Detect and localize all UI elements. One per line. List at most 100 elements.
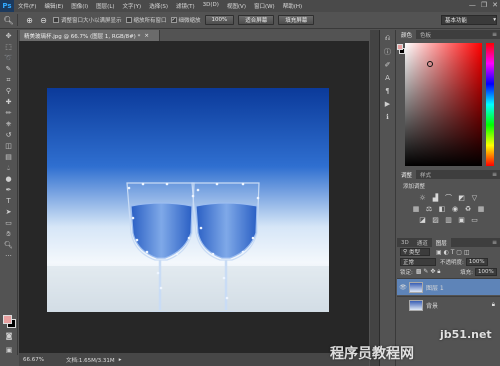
menu-item[interactable]: 文字(Y)	[119, 2, 146, 10]
menu-item[interactable]: 帮助(H)	[279, 2, 306, 10]
lock-icons[interactable]: ▩ ✎ ✥ 🔒︎	[416, 268, 441, 276]
filter-icons[interactable]: ▣ ◐ T ▢ ◫	[436, 249, 470, 256]
color-lookup-icon[interactable]: ▦	[478, 205, 485, 213]
brush-panel-icon[interactable]: ✐	[382, 60, 394, 69]
screen-mode-icon[interactable]: ▣	[2, 345, 16, 355]
resize-windows-checkbox[interactable]: 调整窗口大小以满屏显示	[53, 16, 122, 24]
channel-mixer-icon[interactable]: ♻	[465, 205, 472, 213]
zoom-in-icon[interactable]: ⊕	[24, 15, 35, 26]
crop-tool-icon[interactable]: ⌗	[2, 75, 16, 85]
tab-adjustments[interactable]: 调整	[397, 170, 417, 179]
brightness-icon[interactable]: ☼	[419, 194, 426, 202]
pen-tool-icon[interactable]: ✒	[2, 185, 16, 195]
levels-icon[interactable]: ▟	[432, 194, 439, 202]
menu-item[interactable]: 滤镜(T)	[172, 2, 199, 10]
posterize-icon[interactable]: ▨	[432, 216, 439, 224]
canvas-area[interactable]	[19, 41, 369, 353]
properties-panel-icon[interactable]: ⓘ	[382, 47, 394, 56]
tab-3d[interactable]: 3D	[397, 238, 413, 247]
document-tab[interactable]: 精美玻璃杯.jpg @ 66.7% (图层 1, RGB/8#) * ×	[20, 30, 160, 41]
selective-color-icon[interactable]: ▣	[458, 216, 465, 224]
brush-tool-icon[interactable]: ✏	[2, 108, 16, 118]
fill-screen-button[interactable]: 填充屏幕	[278, 15, 315, 25]
color-picker-field[interactable]	[405, 43, 482, 166]
eyedropper-tool-icon[interactable]: ⚲	[2, 86, 16, 96]
quick-select-tool-icon[interactable]: ✎	[2, 64, 16, 74]
tab-channels[interactable]: 通道	[413, 238, 432, 247]
close-button[interactable]: ✕	[492, 1, 498, 9]
photo-filter-icon[interactable]: ◉	[452, 205, 459, 213]
layer-kind-filter[interactable]: ⚲ 类型	[400, 248, 430, 256]
tab-layers[interactable]: 图层	[431, 238, 451, 247]
fill-input[interactable]: 100%	[475, 268, 497, 276]
path-selection-tool-icon[interactable]: ➤	[2, 207, 16, 217]
quick-mask-icon[interactable]: ◙	[2, 331, 16, 341]
shape-tool-icon[interactable]: ▭	[2, 218, 16, 228]
fit-screen-button[interactable]: 适合屏幕	[238, 15, 275, 25]
clone-stamp-tool-icon[interactable]: ⎈	[2, 119, 16, 129]
scrubby-zoom-checkbox[interactable]: ✓ 细微缩放	[170, 16, 201, 24]
zoom-all-windows-checkbox[interactable]: 缩放所有窗口	[125, 16, 167, 24]
foreground-color-swatch[interactable]	[3, 315, 12, 324]
menu-item[interactable]: 视图(V)	[223, 2, 250, 10]
info-panel-icon[interactable]: ℹ	[382, 112, 394, 121]
gradient-map-icon[interactable]: ▭	[471, 216, 478, 224]
workspace-select[interactable]: 基本功能 ▾	[441, 15, 497, 25]
panel-menu-icon[interactable]: ≡	[492, 239, 497, 246]
minimize-button[interactable]: —	[469, 1, 476, 9]
tab-color[interactable]: 颜色	[397, 30, 417, 39]
type-tool-icon[interactable]: T	[2, 196, 16, 206]
menu-item[interactable]: 图像(I)	[67, 2, 92, 10]
layer-row-background[interactable]: 背景 🔒︎	[397, 296, 500, 313]
tab-styles[interactable]: 样式	[416, 170, 435, 179]
marquee-tool-icon[interactable]: ⬚	[2, 42, 16, 52]
exposure-icon[interactable]: ◩	[458, 194, 465, 202]
hue-slider[interactable]	[486, 43, 494, 166]
vibrance-icon[interactable]: ▽	[471, 194, 478, 202]
lasso-tool-icon[interactable]: ➰	[2, 53, 16, 63]
tab-swatches[interactable]: 色板	[416, 30, 435, 39]
foreground-color-chip[interactable]	[397, 44, 403, 50]
history-brush-tool-icon[interactable]: ↺	[2, 130, 16, 140]
panel-menu-icon[interactable]: ≡	[492, 171, 497, 178]
move-tool-icon[interactable]: ✥	[2, 31, 16, 41]
eye-icon[interactable]: 👁︎	[397, 284, 409, 291]
chevron-right-icon[interactable]: ▸	[119, 357, 122, 363]
menu-item[interactable]: 文件(F)	[14, 2, 40, 10]
hue-saturation-icon[interactable]: ▦	[413, 205, 420, 213]
menu-item[interactable]: 窗口(W)	[250, 2, 279, 10]
healing-brush-tool-icon[interactable]: ✚	[2, 97, 16, 107]
character-panel-icon[interactable]: A	[382, 73, 394, 82]
color-balance-icon[interactable]: ⚖	[426, 205, 433, 213]
eraser-tool-icon[interactable]: ◫	[2, 141, 16, 151]
actions-panel-icon[interactable]: ▶	[382, 99, 394, 108]
close-tab-icon[interactable]: ×	[144, 33, 149, 39]
history-panel-icon[interactable]: ⎌	[382, 34, 394, 43]
actual-pixels-button[interactable]: 100%	[204, 15, 235, 25]
color-picker-cursor[interactable]	[427, 61, 433, 67]
menu-item[interactable]: 3D(D)	[199, 2, 223, 10]
menu-item[interactable]: 选择(S)	[145, 2, 172, 10]
gradient-tool-icon[interactable]: ▤	[2, 152, 16, 162]
zoom-tool-icon[interactable]: 🔍︎	[2, 240, 16, 250]
black-white-icon[interactable]: ◧	[439, 205, 446, 213]
panel-menu-icon[interactable]: ≡	[492, 31, 497, 38]
blur-tool-icon[interactable]: 💧︎	[2, 163, 16, 173]
more-tools-icon[interactable]: ···	[2, 251, 16, 261]
threshold-icon[interactable]: ▥	[445, 216, 452, 224]
curves-icon[interactable]: ⌒	[445, 194, 452, 202]
opacity-input[interactable]: 100%	[465, 258, 488, 266]
panel-dock-collapse[interactable]	[370, 30, 380, 366]
paragraph-panel-icon[interactable]: ¶	[382, 86, 394, 95]
invert-icon[interactable]: ◪	[419, 216, 426, 224]
restore-button[interactable]: ❐	[481, 1, 487, 9]
hand-tool-icon[interactable]: ✋︎	[2, 229, 16, 239]
zoom-tool-icon[interactable]: 🔍︎	[3, 15, 14, 26]
blend-mode-select[interactable]: 正常	[400, 258, 436, 266]
dodge-tool-icon[interactable]: ●	[2, 174, 16, 184]
layer-row-layer1[interactable]: 👁︎ 图层 1	[397, 278, 500, 295]
menu-item[interactable]: 编辑(E)	[40, 2, 67, 10]
menu-item[interactable]: 图层(L)	[92, 2, 118, 10]
zoom-out-icon[interactable]: ⊖	[38, 15, 49, 26]
zoom-level[interactable]: 66.67%	[23, 357, 44, 363]
